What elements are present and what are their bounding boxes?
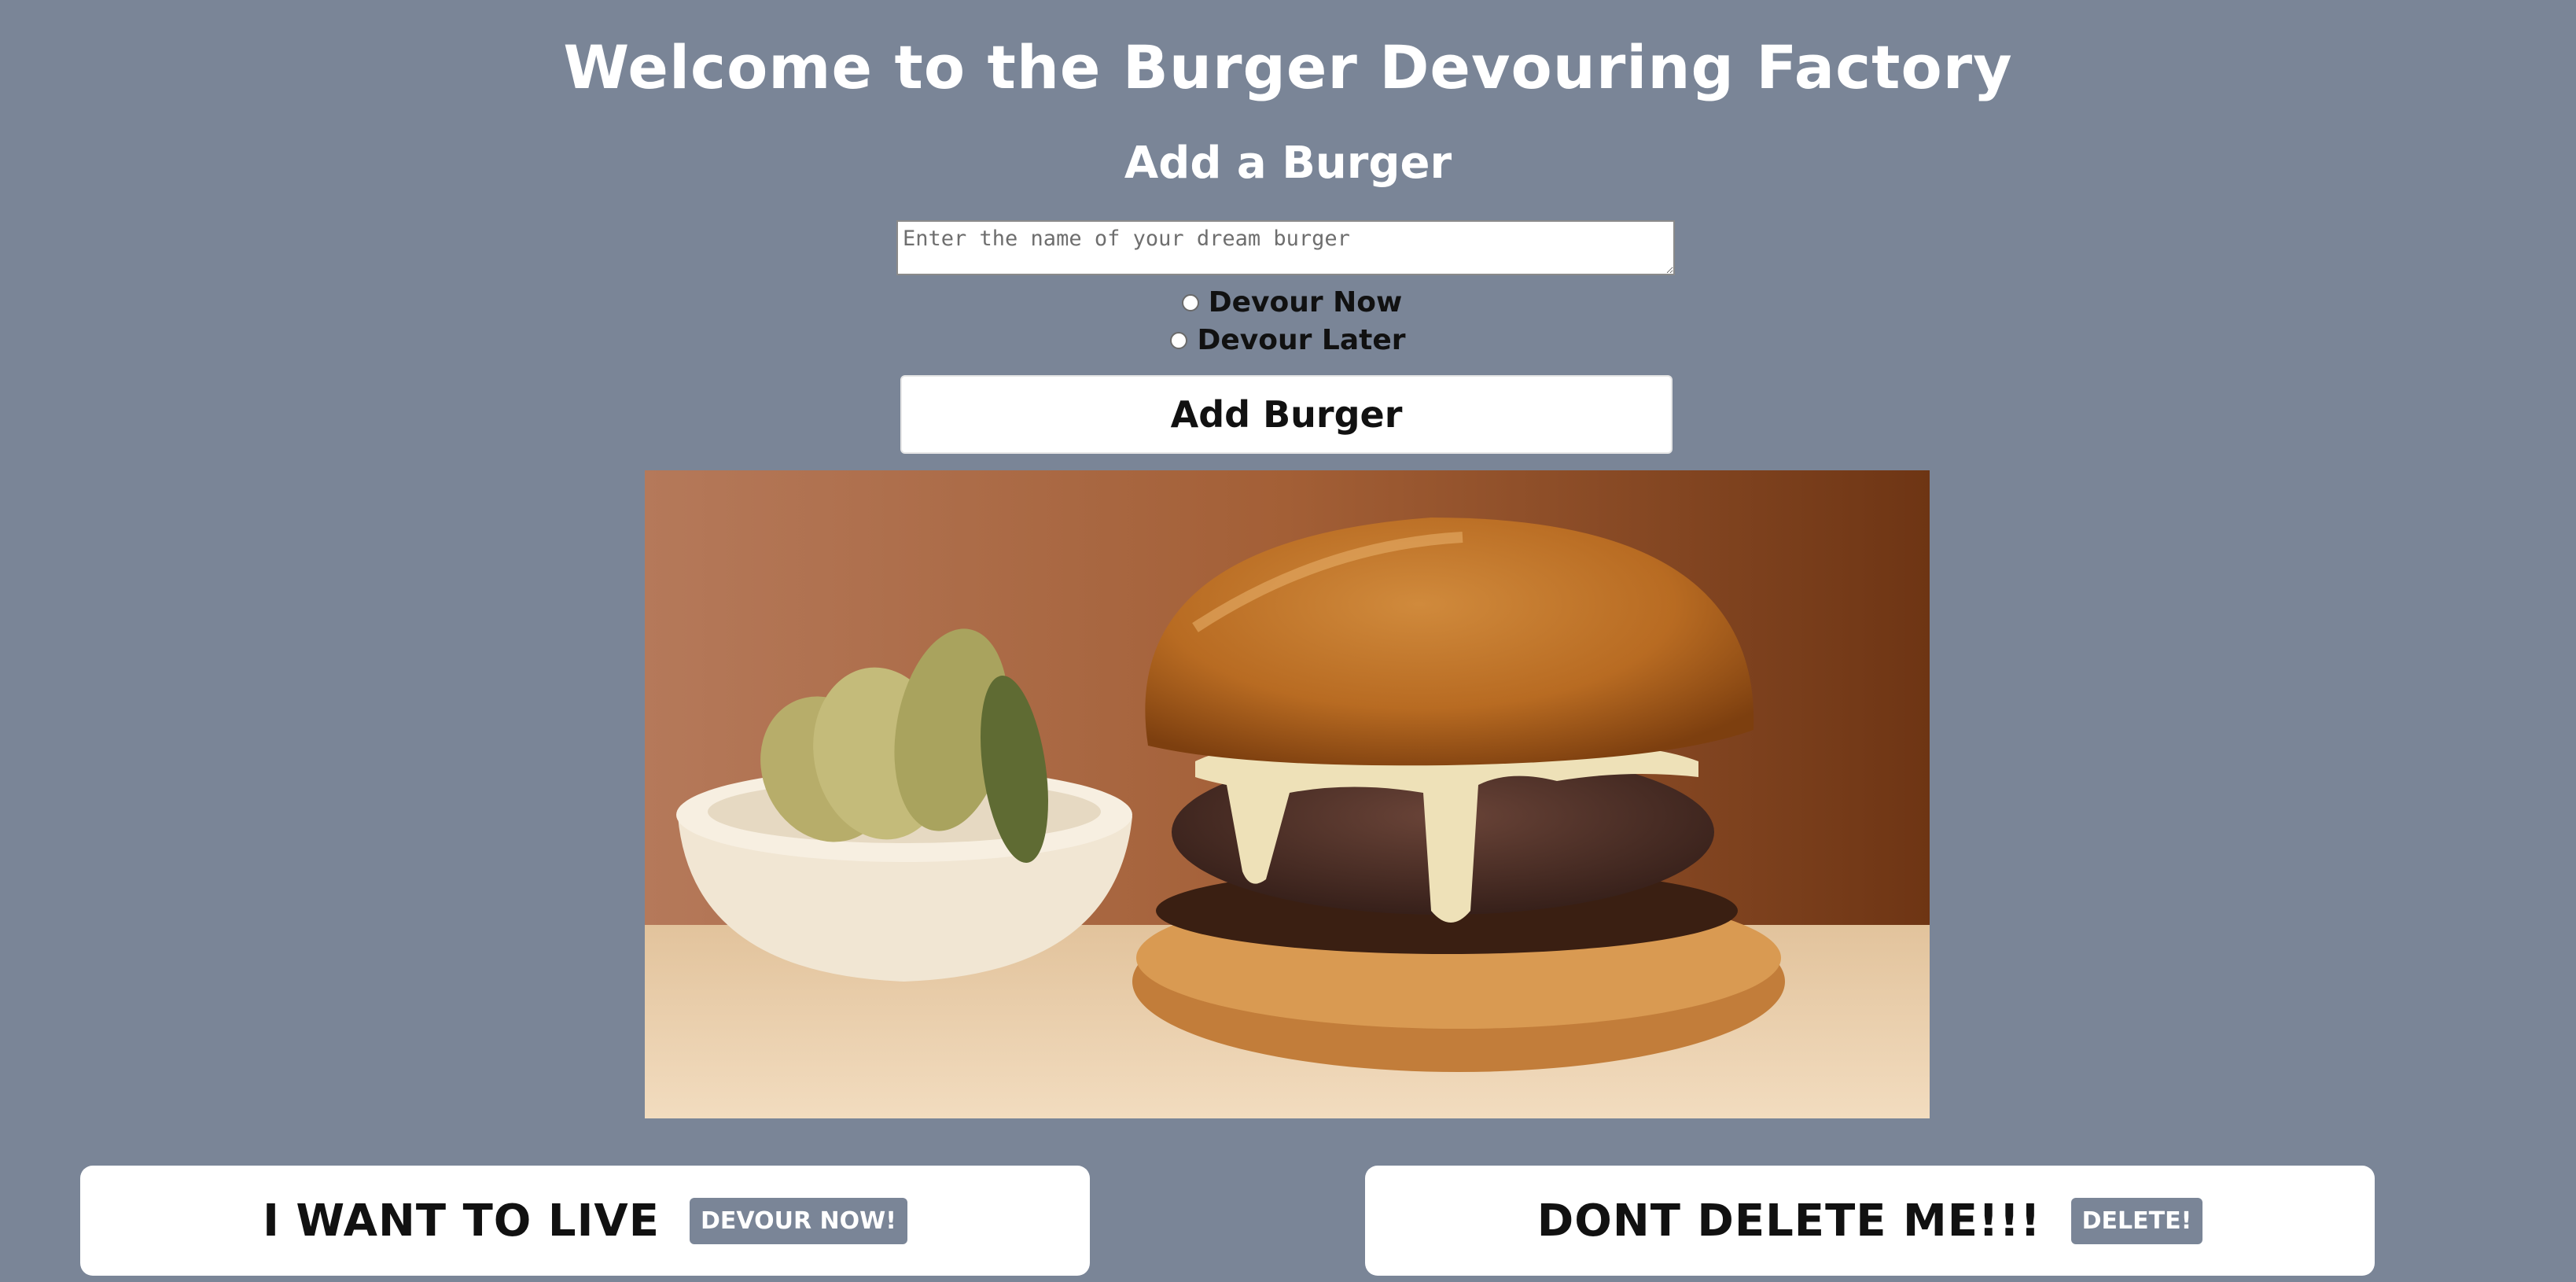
burger-name: DONT DELETE ME!!! — [1536, 1195, 2041, 1247]
page: Welcome to the Burger Devouring Factory … — [0, 0, 2576, 1282]
radio-circle[interactable] — [1181, 293, 1199, 311]
radio-circle[interactable] — [1170, 331, 1188, 349]
burger-card-uneaten: I WANT TO LIVE DEVOUR NOW! — [80, 1166, 1090, 1276]
devour-now-button[interactable]: DEVOUR NOW! — [690, 1197, 907, 1244]
burger-name: I WANT TO LIVE — [263, 1195, 660, 1247]
add-burger-button[interactable]: Add Burger — [900, 375, 1673, 454]
burger-name-input[interactable] — [896, 220, 1675, 275]
burger-illustration — [645, 470, 1930, 1118]
radio-devour-later[interactable]: Devour Later — [0, 324, 2576, 356]
delete-button[interactable]: DELETE! — [2070, 1197, 2203, 1244]
page-title: Welcome to the Burger Devouring Factory — [563, 32, 2013, 102]
burger-photo — [645, 470, 1930, 1118]
burger-card-devoured: DONT DELETE ME!!! DELETE! — [1365, 1166, 2375, 1276]
radio-devour-now[interactable]: Devour Now — [0, 286, 2576, 319]
form-heading: Add a Burger — [1124, 138, 1452, 189]
radio-label: Devour Later — [1197, 324, 1406, 356]
radio-label: Devour Now — [1208, 286, 1403, 319]
